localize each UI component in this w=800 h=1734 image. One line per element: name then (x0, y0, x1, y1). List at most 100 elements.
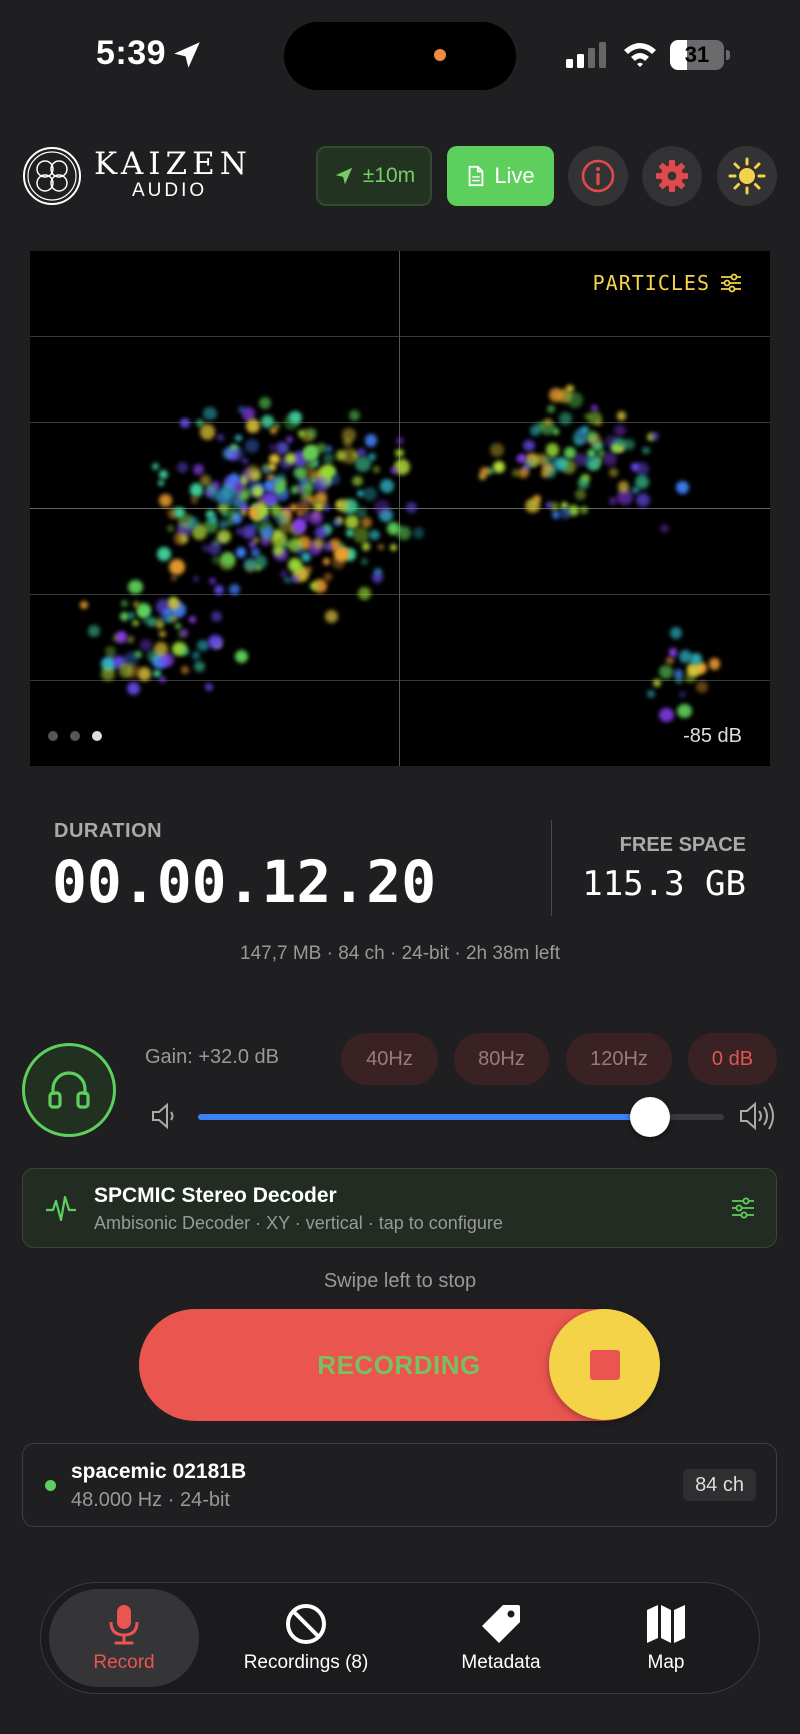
particle (232, 477, 239, 484)
particle (396, 437, 404, 445)
tab-metadata[interactable]: Metadata (436, 1589, 566, 1687)
particle (545, 501, 552, 509)
particle (361, 516, 373, 528)
particle (159, 676, 166, 683)
gain-reset-chip[interactable]: 0 dB (688, 1033, 777, 1085)
tab-recordings[interactable]: Recordings (8) (231, 1589, 381, 1687)
camera-indicator (434, 49, 446, 61)
particle (210, 481, 220, 490)
particle (696, 680, 708, 693)
headphones-icon (48, 1071, 90, 1109)
visualizer-db-floor: -85 dB (683, 725, 742, 747)
particle (369, 530, 380, 541)
tab-record[interactable]: Record (49, 1589, 199, 1687)
particle (155, 618, 163, 626)
particle (335, 450, 347, 461)
battery-percent: 31 (684, 42, 710, 67)
free-space-label: FREE SPACE (619, 834, 746, 856)
particle (79, 601, 88, 609)
gear-icon (656, 160, 688, 192)
particle (235, 547, 247, 558)
settings-button[interactable] (642, 146, 702, 206)
particle (211, 610, 223, 622)
particle (157, 546, 172, 561)
particle (566, 384, 574, 393)
live-label: Live (494, 163, 535, 188)
particle (221, 447, 233, 459)
theme-toggle-button[interactable] (717, 146, 777, 206)
page-dot-active[interactable] (92, 731, 102, 741)
live-button[interactable]: Live (447, 146, 554, 206)
particle (306, 428, 318, 439)
page-dot[interactable] (70, 731, 80, 741)
free-space-value: 115.3 GB (582, 864, 746, 904)
particle (669, 627, 682, 640)
particle (679, 690, 687, 698)
gps-accuracy-button[interactable]: ±10m (316, 146, 432, 206)
recording-meta: 147,7 MB · 84 ch · 24-bit · 2h 38m left (240, 943, 560, 964)
highpass-120hz-chip[interactable]: 120Hz (566, 1033, 672, 1085)
tab-map[interactable]: Map (616, 1589, 716, 1687)
page-dot[interactable] (48, 731, 58, 741)
decoder-card[interactable]: SPCMIC Stereo Decoder Ambisonic Decoder … (22, 1168, 777, 1248)
particle (322, 557, 330, 565)
particle (190, 496, 199, 505)
particle (564, 446, 576, 459)
particle (261, 465, 271, 475)
particle (176, 462, 188, 474)
visualizer-mode-button[interactable]: PARTICLES (593, 271, 742, 295)
particle (579, 506, 588, 515)
particle (480, 466, 490, 476)
logo-subtitle: AUDIO (132, 180, 208, 201)
particle (274, 511, 288, 525)
particle (263, 480, 275, 492)
particle (552, 428, 560, 435)
particle (187, 517, 199, 529)
particle (296, 510, 304, 518)
particle-visualizer[interactable]: PARTICLES -85 dB (30, 251, 770, 766)
mic-icon (109, 1605, 139, 1645)
particle (511, 468, 520, 477)
prohibited-icon (286, 1604, 326, 1644)
info-icon (581, 159, 615, 193)
particle (180, 666, 190, 675)
particle (220, 551, 235, 566)
monitor-headphones-button[interactable] (22, 1043, 116, 1137)
particle (650, 431, 660, 441)
highpass-40hz-chip[interactable]: 40Hz (341, 1033, 438, 1085)
particle (229, 583, 241, 595)
particle (167, 525, 175, 533)
particle (616, 411, 626, 421)
duration-label: DURATION (54, 820, 163, 842)
sliders-icon[interactable] (730, 1195, 756, 1221)
particle (324, 573, 332, 581)
document-icon (468, 165, 484, 187)
particle (248, 506, 261, 518)
particle (653, 679, 661, 687)
particle (245, 419, 260, 434)
particle (380, 478, 395, 493)
particle (665, 656, 674, 665)
particle (559, 507, 572, 519)
particle (313, 476, 330, 493)
info-button[interactable] (568, 146, 628, 206)
stop-button[interactable] (549, 1309, 660, 1420)
particle (277, 441, 289, 454)
particle (659, 664, 673, 679)
particle (371, 571, 384, 583)
particle (219, 520, 229, 530)
highpass-80hz-chip[interactable]: 80Hz (454, 1033, 549, 1085)
particle (207, 634, 223, 650)
particle (341, 427, 356, 442)
particle (180, 418, 191, 429)
logo-title: KAIZEN (94, 146, 252, 182)
volume-slider-thumb[interactable] (630, 1097, 671, 1137)
particle (305, 566, 313, 574)
particle (88, 625, 100, 637)
volume-high-icon (740, 1101, 774, 1131)
particle (581, 473, 590, 482)
particle (284, 576, 291, 584)
particle (269, 453, 280, 465)
particle (609, 468, 618, 477)
device-card[interactable]: spacemic 02181B 48.000 Hz · 24-bit 84 ch (22, 1443, 777, 1527)
